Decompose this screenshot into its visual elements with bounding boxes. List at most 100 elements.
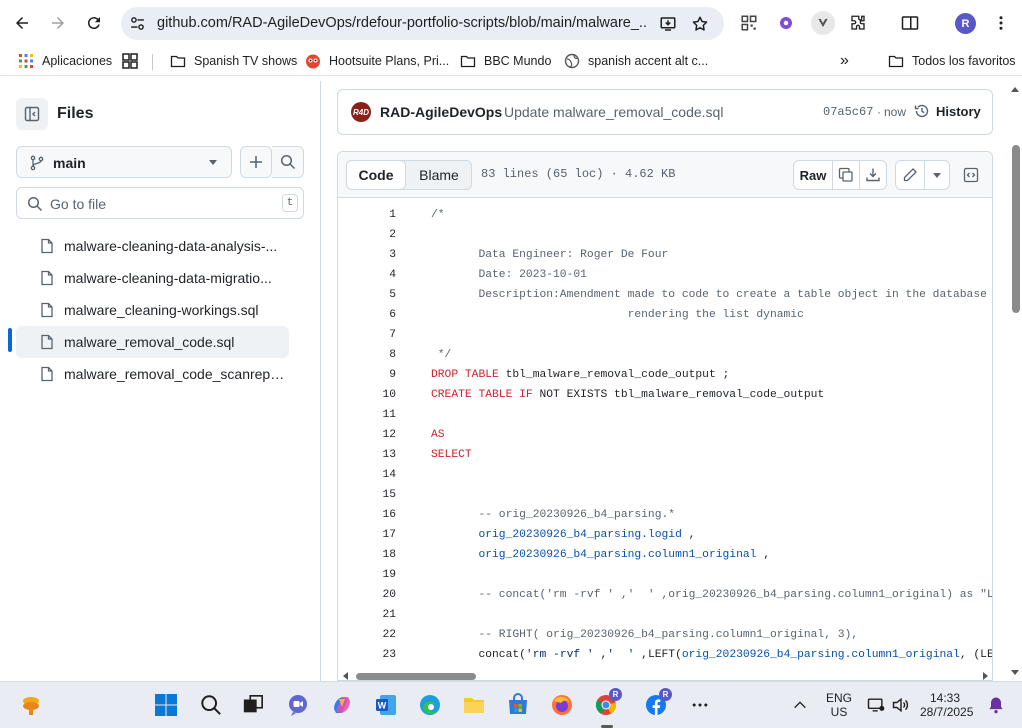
author-avatar[interactable]: R4D xyxy=(351,102,371,122)
file-tree-item[interactable]: malware_cleaning-workings.sql xyxy=(16,294,289,326)
volume-icon[interactable] xyxy=(888,692,914,718)
chevron-up-icon[interactable] xyxy=(787,692,813,718)
download-button[interactable] xyxy=(859,160,887,190)
firefox-icon[interactable] xyxy=(549,692,575,718)
task-view-icon[interactable] xyxy=(240,692,266,718)
raw-button[interactable]: Raw xyxy=(793,160,833,190)
line-number[interactable]: 21 xyxy=(338,609,396,621)
scroll-up-arrow-icon[interactable] xyxy=(1011,86,1019,94)
add-file-button[interactable] xyxy=(240,146,272,178)
file-tree-item[interactable]: malware-cleaning-data-migratio... xyxy=(16,262,289,294)
line-number[interactable]: 1 xyxy=(338,209,396,221)
extensions-puzzle-icon[interactable] xyxy=(848,13,868,33)
notifications-bell-icon[interactable] xyxy=(983,692,1009,718)
file-tree-item[interactable]: malware_removal_code_scanrepo... xyxy=(16,358,289,390)
code-token: CREATE TABLE IF xyxy=(431,389,533,401)
network-icon[interactable] xyxy=(863,692,889,718)
code-tab[interactable]: Code xyxy=(346,160,406,190)
more-apps-icon[interactable] xyxy=(687,692,713,718)
scroll-left-arrow-icon[interactable] xyxy=(342,672,350,680)
all-bookmarks-button[interactable]: Todos los favoritos xyxy=(888,52,1016,70)
profile-avatar[interactable]: R xyxy=(955,13,976,34)
bookmark-hootsuite[interactable]: Hootsuite Plans, Pri... xyxy=(305,52,449,70)
tab-groups-button[interactable] xyxy=(122,52,138,70)
back-button[interactable] xyxy=(7,8,37,38)
line-number[interactable]: 11 xyxy=(338,409,396,421)
history-button[interactable]: History xyxy=(914,103,981,119)
line-number[interactable]: 7 xyxy=(338,329,396,341)
code-line: 9 DROP TABLE tbl_malware_removal_code_out… xyxy=(338,366,992,386)
line-number[interactable]: 14 xyxy=(338,469,396,481)
line-number[interactable]: 2 xyxy=(338,229,396,241)
commit-sha-link[interactable]: 07a5c67 xyxy=(823,105,873,119)
search-files-button[interactable] xyxy=(272,146,304,178)
line-number[interactable]: 17 xyxy=(338,529,396,541)
line-number[interactable]: 3 xyxy=(338,249,396,261)
reload-button[interactable] xyxy=(79,8,109,38)
chevron-down-icon xyxy=(209,160,217,165)
scroll-down-arrow-icon[interactable] xyxy=(1011,668,1019,676)
line-number[interactable]: 20 xyxy=(338,589,396,601)
branch-selector[interactable]: main xyxy=(16,146,232,178)
vertical-scrollbar[interactable] xyxy=(1008,81,1022,681)
blame-tab[interactable]: Blame xyxy=(407,161,471,189)
bookmark-spanish-accent[interactable]: spanish accent alt c... xyxy=(564,52,708,70)
go-to-file-input[interactable]: Go to file t xyxy=(16,187,304,219)
vivaldi-extension-icon[interactable] xyxy=(811,11,835,35)
more-menu-icon[interactable] xyxy=(991,13,1011,33)
word-icon[interactable]: W xyxy=(373,692,399,718)
bookmark-star-icon[interactable] xyxy=(691,15,709,33)
scrollbar-thumb[interactable] xyxy=(356,673,476,680)
widgets-icon[interactable] xyxy=(18,692,44,718)
file-tree-item[interactable]: malware-cleaning-data-analysis-... xyxy=(16,230,289,262)
commit-author-link[interactable]: RAD-AgileDevOps xyxy=(380,104,502,120)
search-icon[interactable] xyxy=(198,692,224,718)
line-number[interactable]: 18 xyxy=(338,549,396,561)
file-explorer-icon[interactable] xyxy=(461,692,487,718)
copilot-icon[interactable] xyxy=(329,692,355,718)
line-number[interactable]: 10 xyxy=(338,389,396,401)
bookmarks-overflow-button[interactable]: » xyxy=(840,52,849,70)
line-number[interactable]: 5 xyxy=(338,289,396,301)
edit-file-button[interactable] xyxy=(895,160,925,190)
edit-options-dropdown[interactable] xyxy=(924,160,950,190)
url-text[interactable]: github.com/RAD-AgileDevOps/rdefour-portf… xyxy=(157,15,647,31)
edge-icon[interactable] xyxy=(417,692,443,718)
address-bar[interactable]: github.com/RAD-AgileDevOps/rdefour-portf… xyxy=(121,7,724,40)
windows-start-icon[interactable] xyxy=(153,692,179,718)
copy-raw-button[interactable] xyxy=(832,160,860,190)
commit-message-link[interactable]: Update malware_removal_code.sql xyxy=(504,104,723,120)
line-number[interactable]: 6 xyxy=(338,309,396,321)
line-number[interactable]: 16 xyxy=(338,509,396,521)
line-number[interactable]: 13 xyxy=(338,449,396,461)
chat-icon[interactable] xyxy=(285,692,311,718)
language-indicator[interactable]: ENG US xyxy=(824,691,854,719)
line-number[interactable]: 12 xyxy=(338,429,396,441)
code-viewer[interactable]: 1/* 2 3 Data Engineer: Roger De Four 4 Date… xyxy=(338,199,992,669)
forward-button[interactable] xyxy=(43,8,73,38)
line-number[interactable]: 19 xyxy=(338,569,396,581)
line-number[interactable]: 9 xyxy=(338,369,396,381)
facebook-profile-badge: R xyxy=(659,688,672,701)
line-number[interactable]: 23 xyxy=(338,649,396,661)
horizontal-scrollbar[interactable] xyxy=(338,669,992,680)
bookmark-folder-spanish-tv[interactable]: Spanish TV shows xyxy=(170,52,297,70)
line-number[interactable]: 8 xyxy=(338,349,396,361)
symbols-panel-button[interactable] xyxy=(956,160,986,190)
install-app-icon[interactable] xyxy=(659,15,677,33)
collapse-sidebar-button[interactable] xyxy=(16,98,48,130)
store-icon[interactable] xyxy=(505,692,531,718)
bookmark-folder-bbc-mundo[interactable]: BBC Mundo xyxy=(460,52,551,70)
reading-list-icon[interactable] xyxy=(900,13,920,33)
extension-gear-icon[interactable] xyxy=(776,13,796,33)
bookmark-apps[interactable]: Aplicaciones xyxy=(18,52,112,70)
clock[interactable]: 14:33 28/7/2025 xyxy=(920,691,973,719)
line-number[interactable]: 4 xyxy=(338,269,396,281)
file-tree-item-active[interactable]: malware_removal_code.sql xyxy=(16,326,289,358)
site-info-icon[interactable] xyxy=(129,15,146,32)
scrollbar-thumb[interactable] xyxy=(1012,145,1020,313)
scroll-right-arrow-icon[interactable] xyxy=(981,672,989,680)
qr-code-icon[interactable] xyxy=(739,13,759,33)
line-number[interactable]: 22 xyxy=(338,629,396,641)
line-number[interactable]: 15 xyxy=(338,489,396,501)
